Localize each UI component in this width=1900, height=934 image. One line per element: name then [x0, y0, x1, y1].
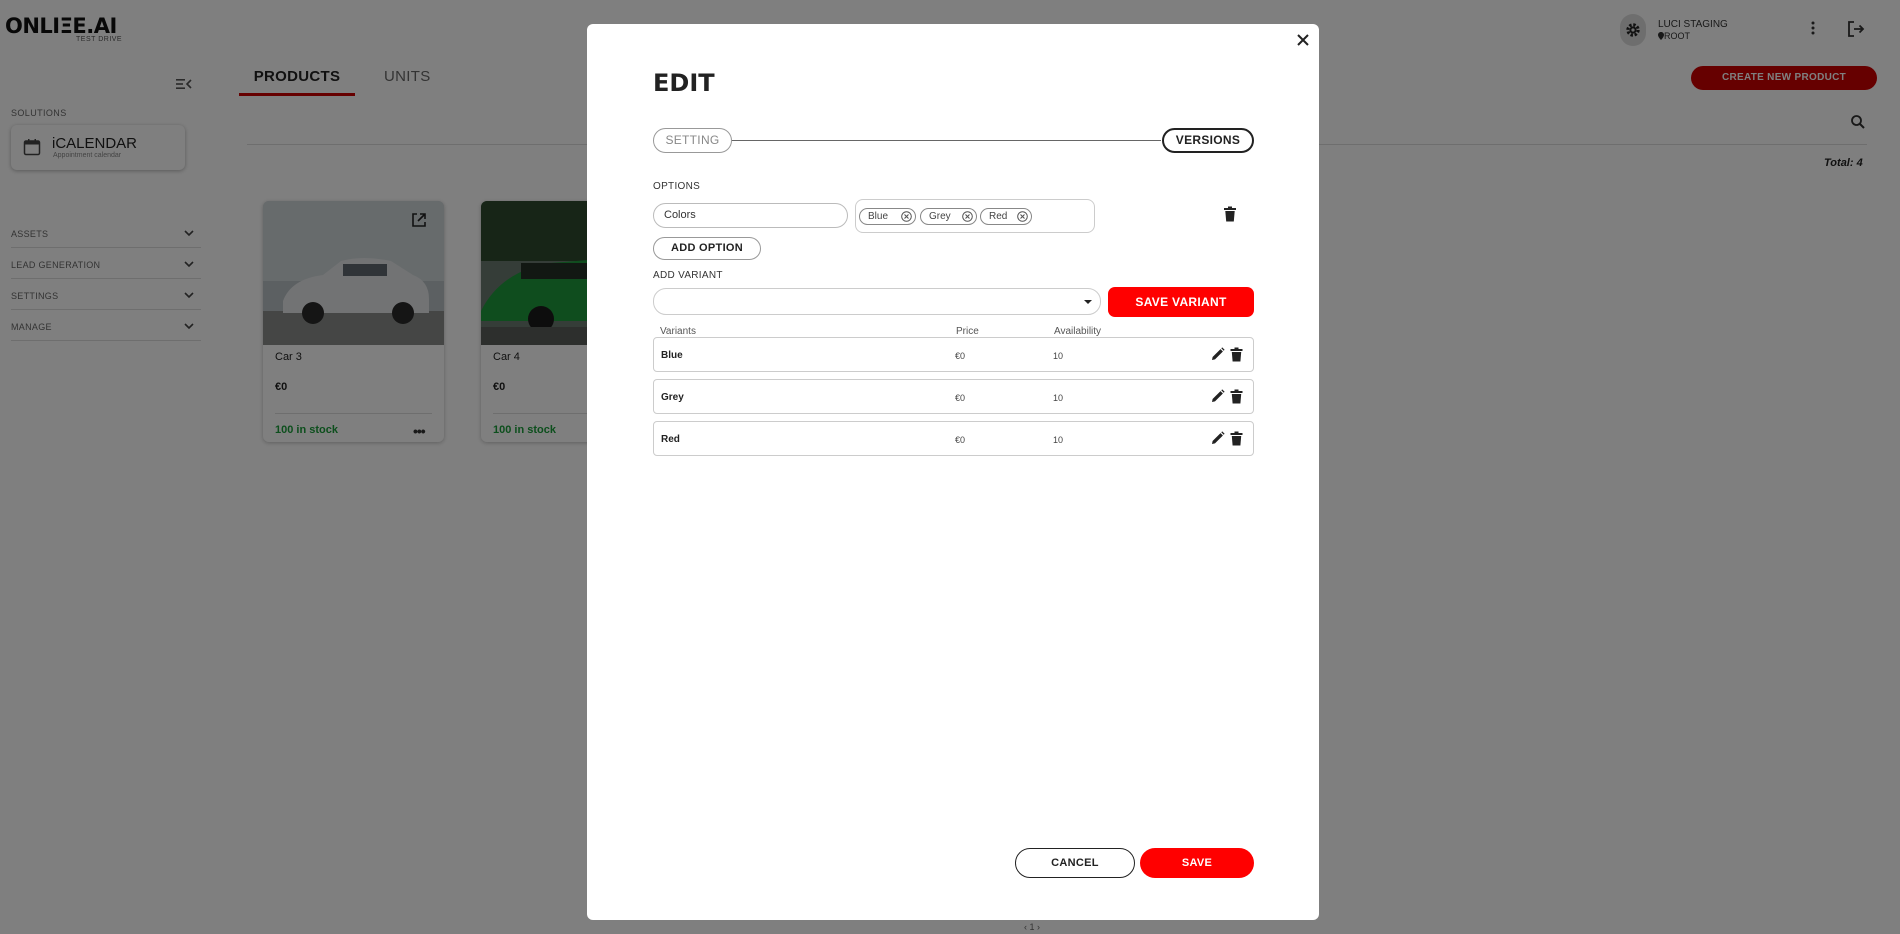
variant-price: €0: [955, 435, 966, 445]
edit-pencil-icon[interactable]: [1210, 347, 1225, 362]
edit-modal: EDIT SETTING VERSIONS OPTIONS Colors Blu…: [587, 24, 1319, 920]
delete-option-icon[interactable]: [1223, 206, 1237, 222]
variant-availability: 10: [1053, 351, 1064, 361]
delete-trash-icon[interactable]: [1230, 389, 1243, 404]
variant-row: Grey €0 10: [653, 379, 1254, 414]
save-button[interactable]: SAVE: [1140, 848, 1254, 878]
option-value-chip: Grey: [920, 208, 977, 225]
variant-availability: 10: [1053, 393, 1064, 403]
variant-row: Blue €0 10: [653, 337, 1254, 372]
variant-row: Red €0 10: [653, 421, 1254, 456]
caret-down-icon: [1084, 300, 1092, 304]
options-label: OPTIONS: [653, 181, 701, 192]
step-versions[interactable]: VERSIONS: [1162, 128, 1254, 153]
variant-price: €0: [955, 351, 966, 361]
cancel-button[interactable]: CANCEL: [1015, 848, 1135, 878]
variant-name: Grey: [661, 392, 684, 403]
option-value-chip: Blue: [859, 208, 916, 225]
edit-pencil-icon[interactable]: [1210, 389, 1225, 404]
add-option-button[interactable]: ADD OPTION: [653, 237, 761, 260]
modal-title: EDIT: [653, 69, 715, 97]
chip-label: Blue: [868, 211, 889, 222]
delete-trash-icon[interactable]: [1230, 431, 1243, 446]
delete-trash-icon[interactable]: [1230, 347, 1243, 362]
option-value-chip: Red: [980, 208, 1032, 225]
remove-chip-icon[interactable]: [962, 211, 973, 222]
variant-name: Red: [661, 434, 680, 445]
column-header-availability: Availability: [1054, 326, 1102, 337]
chip-label: Grey: [929, 211, 951, 222]
step-setting[interactable]: SETTING: [653, 128, 732, 153]
close-icon[interactable]: [1294, 31, 1312, 49]
remove-chip-icon[interactable]: [901, 211, 912, 222]
add-variant-label: ADD VARIANT: [653, 270, 723, 281]
variant-availability: 10: [1053, 435, 1064, 445]
option-name-input[interactable]: Colors: [653, 203, 848, 228]
column-header-variants: Variants: [660, 326, 696, 337]
variant-name: Blue: [661, 350, 683, 361]
save-variant-button[interactable]: SAVE VARIANT: [1108, 287, 1254, 317]
column-header-price: Price: [956, 326, 979, 337]
stepper-connector: [731, 140, 1161, 141]
variant-price: €0: [955, 393, 966, 403]
chip-label: Red: [989, 211, 1008, 222]
remove-chip-icon[interactable]: [1017, 211, 1028, 222]
variant-select[interactable]: [653, 288, 1101, 315]
edit-pencil-icon[interactable]: [1210, 431, 1225, 446]
option-values-field[interactable]: Blue Grey Red: [855, 199, 1095, 233]
